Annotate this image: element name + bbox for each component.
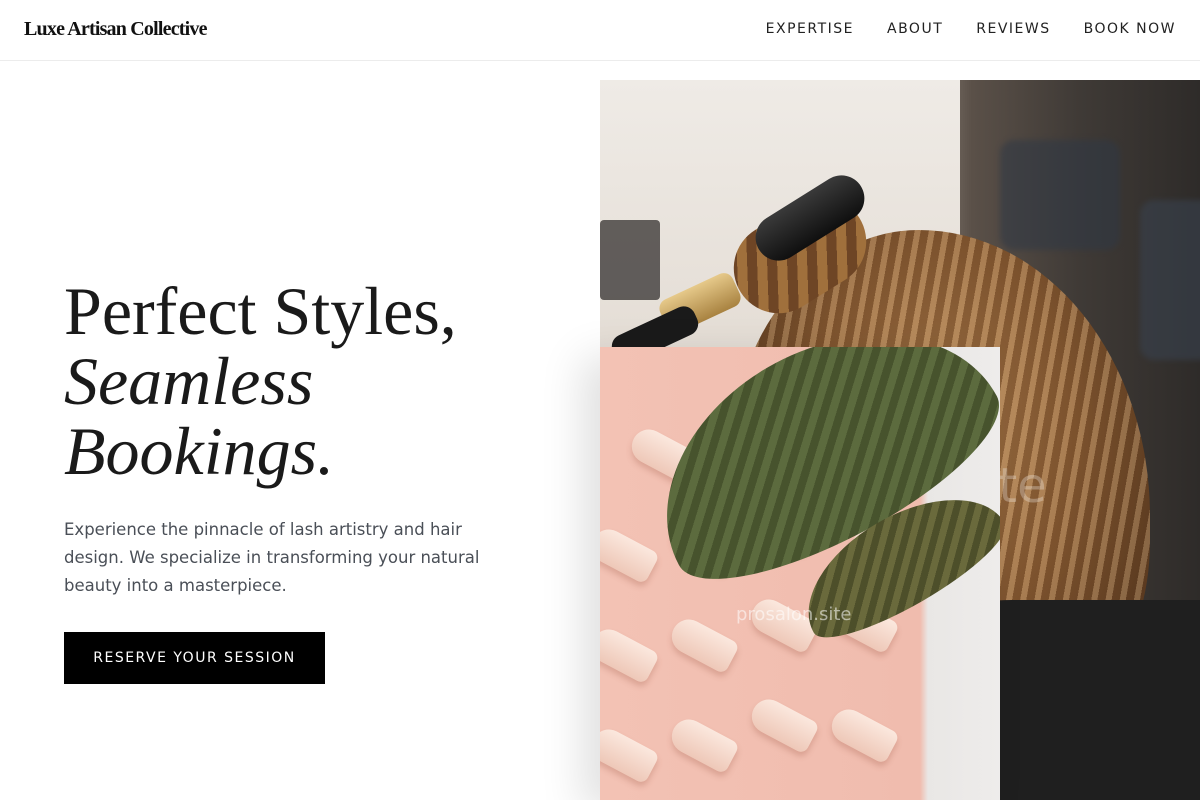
headline-line-3: Bookings. — [64, 413, 335, 489]
photo-shelf — [600, 220, 660, 300]
hair-dryer — [665, 613, 741, 675]
hair-dryer — [600, 723, 661, 785]
brand-logo[interactable]: Luxe Artisan Collective — [24, 18, 207, 41]
headline-line-2: Seamless — [64, 343, 314, 419]
hair-dryer — [600, 623, 661, 685]
nav-link-book-now[interactable]: BOOK NOW — [1084, 21, 1176, 37]
nav-link-reviews[interactable]: REVIEWS — [976, 21, 1050, 37]
headline-line-1: Perfect Styles, — [64, 273, 457, 349]
photo-salon-chair — [1000, 140, 1120, 250]
hair-dryers-wall-photo — [600, 347, 1000, 800]
hair-dryer — [745, 693, 821, 755]
hair-dryer — [600, 523, 661, 585]
hero-headline: Perfect Styles, Seamless Bookings. — [64, 276, 584, 486]
photo-salon-chair-2 — [1140, 200, 1200, 360]
overlay-watermark: prosalon.site — [736, 604, 852, 625]
reserve-session-button[interactable]: RESERVE YOUR SESSION — [64, 632, 325, 684]
hair-dryer — [665, 713, 741, 775]
hair-dryer — [825, 703, 901, 765]
nav-link-expertise[interactable]: EXPERTISE — [766, 21, 854, 37]
site-header: Luxe Artisan Collective EXPERTISE ABOUT … — [0, 0, 1200, 61]
main-nav: EXPERTISE ABOUT REVIEWS BOOK NOW — [766, 21, 1176, 37]
hero-description: Experience the pinnacle of lash artistry… — [64, 520, 480, 595]
nav-link-about[interactable]: ABOUT — [887, 21, 943, 37]
